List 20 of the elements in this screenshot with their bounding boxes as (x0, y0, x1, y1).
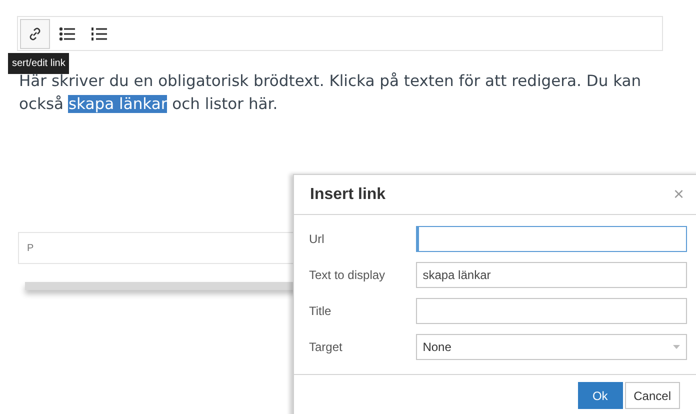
link-icon (27, 26, 43, 42)
target-select[interactable]: None (416, 334, 687, 360)
field-label: Target (309, 339, 344, 356)
text-input[interactable]: skapa länkar (416, 262, 687, 288)
bulleted-list-icon (59, 26, 75, 40)
element-path[interactable]: P (27, 240, 34, 256)
numbered-list-icon (91, 26, 107, 40)
field-label: Url (309, 231, 326, 248)
tooltip: sert/edit link (8, 53, 70, 74)
text-input[interactable] (416, 226, 687, 252)
text-input[interactable] (416, 298, 687, 324)
field-label: Text to display (309, 267, 386, 284)
toolbar-button[interactable] (20, 18, 50, 48)
dialog-title: Insert link (310, 184, 386, 204)
dialog-button[interactable]: Ok (578, 382, 623, 409)
dropdown-caret-icon (673, 345, 680, 349)
body-paragraph: Här skriver du en obligatorisk brödtext. Klicka på texten för att redigera. Du kan också skapa länkar och listor här. (18, 71, 642, 115)
select-value: None (422, 339, 452, 356)
field-label: Title (309, 303, 332, 320)
dialog-button[interactable]: Cancel (624, 382, 680, 409)
